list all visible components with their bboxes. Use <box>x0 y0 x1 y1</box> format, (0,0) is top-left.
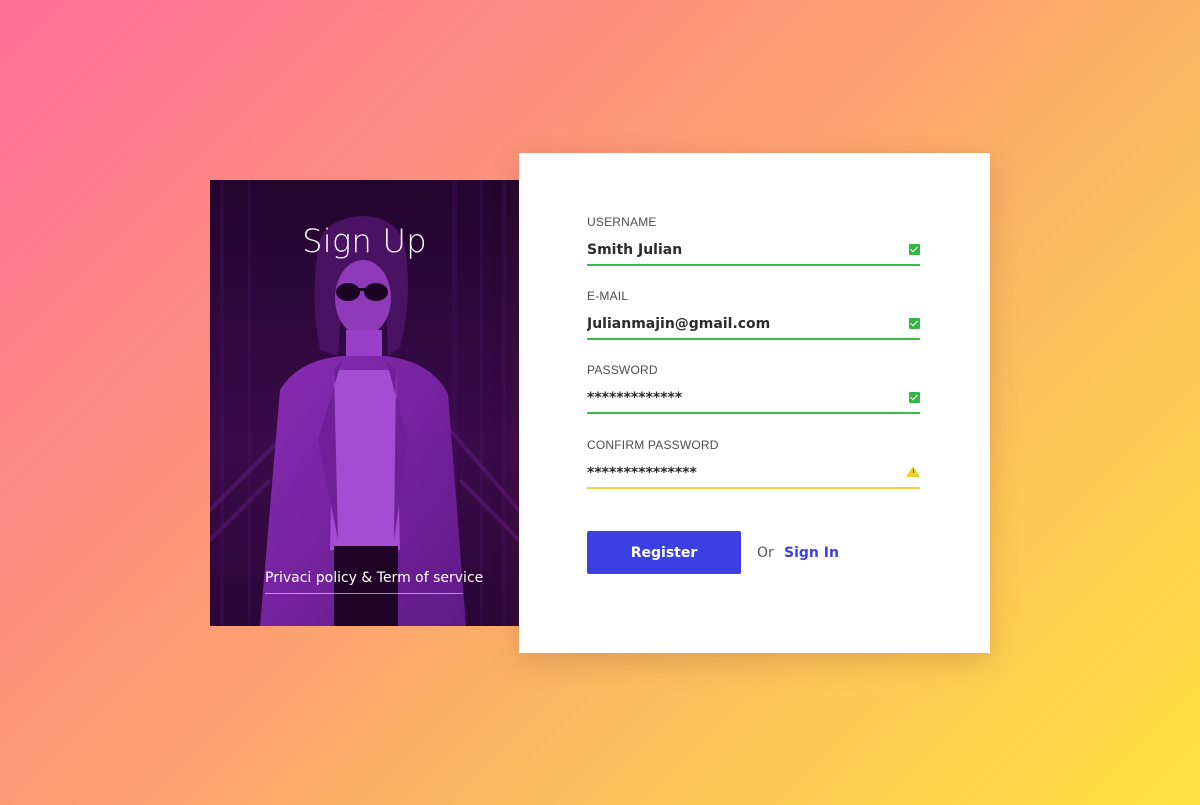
email-row <box>587 314 920 340</box>
confirm-password-field: CONFIRM PASSWORD <box>587 438 920 489</box>
check-square-icon <box>909 392 920 403</box>
check-square-icon <box>909 318 920 329</box>
password-input[interactable] <box>587 388 887 408</box>
email-label: E-MAIL <box>587 289 629 303</box>
username-input[interactable] <box>587 240 887 260</box>
register-button[interactable]: Register <box>587 531 741 574</box>
or-separator-text: Or <box>757 545 774 561</box>
check-square-icon <box>909 244 920 255</box>
hero-photo-panel: Sign Up Privaci policy & Term of service <box>210 180 519 626</box>
username-field: USERNAME <box>587 215 920 266</box>
confirm-password-input[interactable] <box>587 463 887 483</box>
confirm-password-row <box>587 463 920 489</box>
username-row <box>587 240 920 266</box>
warning-triangle-icon <box>906 466 920 477</box>
password-row <box>587 388 920 414</box>
panel-title: Sign Up <box>302 222 427 260</box>
sign-in-link[interactable]: Sign In <box>784 545 839 561</box>
signup-form-card: USERNAME E-MAIL PASSWORD CONFIRM PASSWOR… <box>519 153 990 653</box>
email-field: E-MAIL <box>587 289 920 340</box>
confirm-password-label: CONFIRM PASSWORD <box>587 438 719 452</box>
password-label: PASSWORD <box>587 363 658 377</box>
privacy-policy-link[interactable]: Privaci policy & Term of service <box>265 570 483 594</box>
username-label: USERNAME <box>587 215 657 229</box>
password-field: PASSWORD <box>587 363 920 414</box>
email-input[interactable] <box>587 314 887 334</box>
